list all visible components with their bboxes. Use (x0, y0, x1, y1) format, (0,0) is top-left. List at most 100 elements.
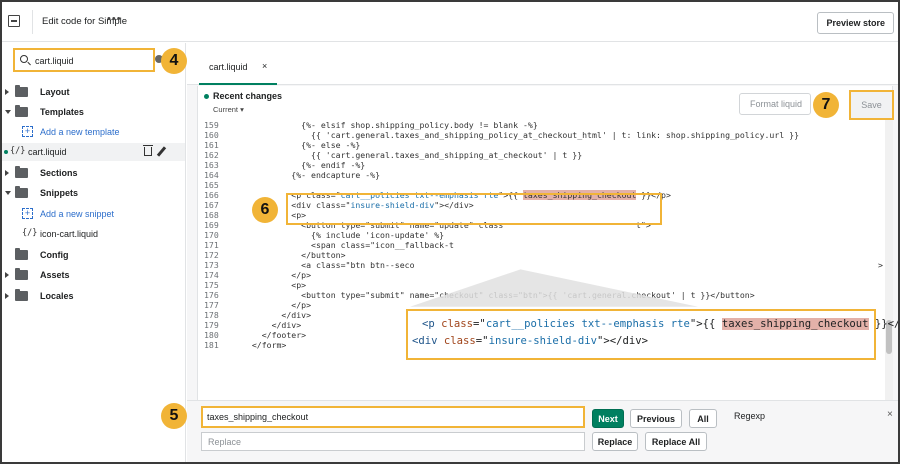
file-search-box[interactable] (13, 48, 155, 72)
line-number: 163 (204, 160, 219, 170)
line-number: 173 (204, 260, 219, 270)
next-button[interactable]: Next (592, 409, 624, 428)
zoom-search-match: taxes_shipping_checkout (721, 318, 869, 330)
more-actions-icon[interactable]: ••• (107, 13, 122, 25)
all-button[interactable]: All (689, 409, 717, 428)
sidebar-folder-locales[interactable]: Locales (2, 287, 185, 305)
add-new-template-link[interactable]: + Add a new template (2, 123, 185, 141)
code-text: </div> (242, 320, 302, 330)
close-tab-icon[interactable]: × (262, 61, 267, 71)
save-button[interactable]: Save (849, 90, 894, 120)
sidebar-folder-templates[interactable]: Templates (2, 103, 185, 121)
sidebar-file-cart-liquid[interactable]: {/} cart.liquid (2, 143, 185, 161)
code-text: <a class="btn btn--seco (242, 260, 415, 270)
close-find-icon[interactable]: × (887, 409, 893, 420)
code-line[interactable]: 161 {%- else -%} (198, 140, 884, 150)
code-line[interactable]: 159 {%- elsif shop.shipping_policy.body … (198, 120, 884, 130)
line-number: 167 (204, 200, 219, 210)
regexp-toggle[interactable]: Regexp (734, 411, 765, 421)
code-line[interactable]: 163 {%- endif -%} (198, 160, 884, 170)
code-line[interactable]: 165 (198, 180, 884, 190)
liquid-file-icon: {/} (10, 146, 26, 156)
app-window: Edit code for Simple ••• Preview store 4… (0, 0, 900, 464)
folder-label: Templates (40, 107, 84, 117)
search-icon (20, 55, 28, 63)
code-text: </button> (242, 250, 346, 260)
file-label: icon-cart.liquid (40, 229, 99, 239)
top-bar: Edit code for Simple ••• Preview store (2, 2, 898, 42)
file-search-input[interactable] (35, 54, 150, 67)
version-select[interactable]: Current ▾ (213, 105, 244, 114)
code-text: {%- elsif shop.shipping_policy.body != b… (242, 120, 538, 130)
line-number: 159 (204, 120, 219, 130)
code-line[interactable]: 164 {%- endcapture -%} (198, 170, 884, 180)
find-input[interactable] (201, 406, 585, 428)
code-line[interactable]: 162 {{ 'cart.general.taxes_and_shipping_… (198, 150, 884, 160)
code-text: <span class="icon__fallback-t (242, 240, 454, 250)
exit-icon[interactable] (8, 15, 20, 27)
code-line[interactable]: 171 <span class="icon__fallback-t (198, 240, 884, 250)
code-text: </footer> (242, 330, 307, 340)
line-number: 169 (204, 220, 219, 230)
sidebar-folder-snippets[interactable]: Snippets (2, 184, 185, 202)
find-replace-bar: 5 Next Previous All Regexp × Replace Rep… (161, 400, 898, 462)
line-number: 170 (204, 230, 219, 240)
folder-icon (15, 166, 28, 178)
tab-cart-liquid[interactable]: cart.liquid × (199, 56, 277, 85)
callout-pointer (410, 269, 699, 307)
chevron-down-icon (5, 110, 11, 114)
recent-changes-label[interactable]: Recent changes (204, 91, 282, 101)
folder-icon (15, 248, 28, 260)
replace-button[interactable]: Replace (592, 432, 638, 451)
sidebar-folder-layout[interactable]: Layout (2, 83, 185, 101)
code-line[interactable]: 172 </button> (198, 250, 884, 260)
modified-dot-icon (4, 150, 8, 154)
line-number: 174 (204, 270, 219, 280)
previous-button[interactable]: Previous (630, 409, 682, 428)
file-sidebar: 4 Layout Templates + Add a new template … (2, 43, 187, 462)
chevron-right-icon (5, 170, 9, 176)
sidebar-folder-assets[interactable]: Assets (2, 266, 185, 284)
line-number: 177 (204, 300, 219, 310)
sidebar-file-icon-cart-liquid[interactable]: {/} icon-cart.liquid (2, 225, 185, 243)
folder-label: Layout (40, 87, 70, 97)
line-number: 165 (204, 180, 219, 190)
code-text: {%- else -%} (242, 140, 361, 150)
status-dot-icon (204, 94, 209, 100)
vertical-scrollbar[interactable] (885, 120, 893, 438)
code-text: {% include 'icon-update' %} (242, 230, 445, 240)
file-label: cart.liquid (28, 147, 67, 157)
line-number: 171 (204, 240, 219, 250)
folder-icon (15, 289, 28, 301)
trash-icon[interactable] (143, 145, 153, 156)
folder-icon (15, 186, 28, 198)
link-label: Add a new snippet (40, 209, 115, 219)
add-new-snippet-link[interactable]: + Add a new snippet (2, 205, 185, 223)
preview-store-button[interactable]: Preview store (817, 12, 894, 34)
folder-label: Locales (40, 291, 74, 301)
folder-icon (15, 268, 28, 280)
add-file-icon: + (22, 126, 33, 137)
code-text: </p> (242, 300, 312, 310)
link-label: Add a new template (40, 127, 120, 137)
sidebar-folder-config[interactable]: Config (2, 246, 185, 264)
replace-all-button[interactable]: Replace All (645, 432, 707, 451)
chevron-right-icon (5, 272, 9, 278)
code-line-tail: > (878, 260, 883, 270)
code-text: {{ 'cart.general.taxes_and_shipping_at_c… (242, 150, 583, 160)
code-line[interactable]: 170 {% include 'icon-update' %} (198, 230, 884, 240)
code-text: <p> (242, 280, 307, 290)
line-number: 161 (204, 140, 219, 150)
line-number: 175 (204, 280, 219, 290)
folder-label: Sections (40, 168, 78, 178)
sidebar-folder-sections[interactable]: Sections (2, 164, 185, 182)
code-line[interactable]: 160 {{ 'cart.general.taxes_and_shipping_… (198, 130, 884, 140)
replace-input[interactable] (201, 432, 585, 451)
liquid-file-icon: {/} (22, 228, 38, 238)
format-liquid-button[interactable]: Format liquid (739, 93, 811, 115)
folder-label: Assets (40, 270, 70, 280)
code-text: {%- endif -%} (242, 160, 366, 170)
pencil-icon[interactable] (156, 146, 167, 157)
chevron-down-icon (5, 191, 11, 195)
zoom-class-value: cart__policies txt--emphasis rte (485, 318, 690, 330)
